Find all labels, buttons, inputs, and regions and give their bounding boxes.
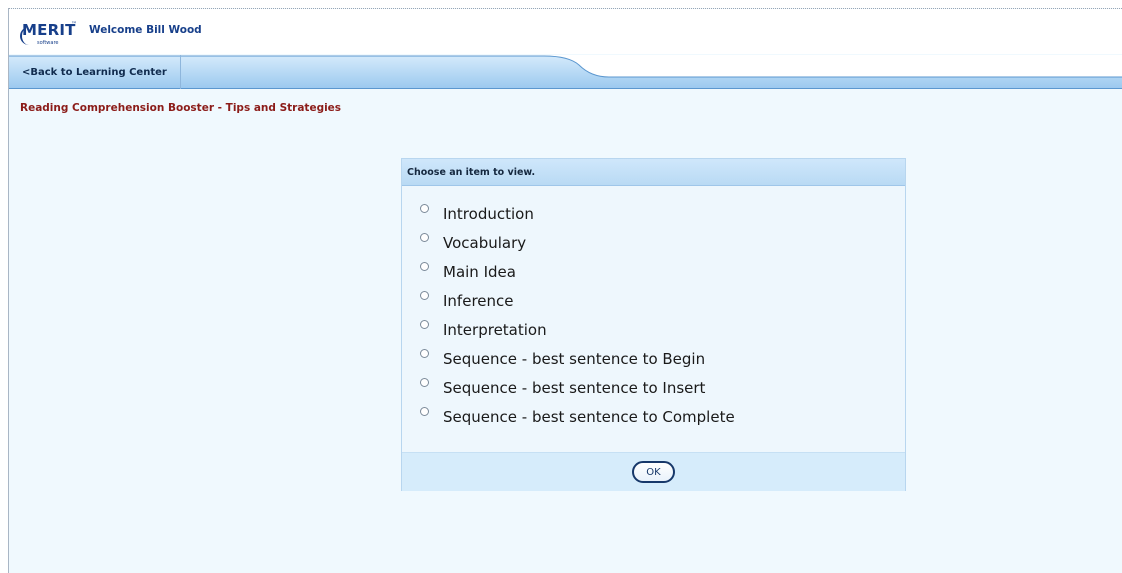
option-interpretation[interactable]: Interpretation xyxy=(420,315,735,344)
welcome-text: Welcome Bill Wood xyxy=(89,24,202,36)
dialog-footer: OK xyxy=(402,452,905,491)
option-label: Introduction xyxy=(443,204,534,223)
option-label: Sequence - best sentence to Insert xyxy=(443,378,706,397)
radio-button[interactable] xyxy=(420,349,429,358)
back-to-learning-center-button[interactable]: <Back to Learning Center xyxy=(9,55,181,89)
option-label: Interpretation xyxy=(443,320,547,339)
back-to-learning-center-label: <Back to Learning Center xyxy=(22,66,167,78)
logo-text: MERIT xyxy=(22,21,76,39)
option-label: Vocabulary xyxy=(443,233,527,252)
radio-button[interactable] xyxy=(420,320,429,329)
page-title: Reading Comprehension Booster - Tips and… xyxy=(20,102,342,114)
logo-trademark: ™ xyxy=(71,21,77,28)
option-sequence-complete[interactable]: Sequence - best sentence to Complete xyxy=(420,402,735,431)
option-label: Main Idea xyxy=(443,262,516,281)
radio-button[interactable] xyxy=(420,204,429,213)
option-label: Inference xyxy=(443,291,514,310)
merit-logo: MERIT ™ software xyxy=(20,21,77,47)
ok-button[interactable]: OK xyxy=(632,461,675,483)
option-introduction[interactable]: Introduction xyxy=(420,199,735,228)
radio-button[interactable] xyxy=(420,233,429,242)
radio-button[interactable] xyxy=(420,262,429,271)
nav-bar: <Back to Learning Center xyxy=(9,55,1122,89)
top-header: MERIT ™ software Welcome Bill Wood xyxy=(9,9,1122,54)
option-sequence-begin[interactable]: Sequence - best sentence to Begin xyxy=(420,344,735,373)
dialog-header: Choose an item to view. xyxy=(402,159,905,186)
ok-button-label: OK xyxy=(646,466,661,478)
option-label: Sequence - best sentence to Complete xyxy=(443,407,735,426)
option-inference[interactable]: Inference xyxy=(420,286,735,315)
choose-item-dialog: Choose an item to view. Introduction Voc… xyxy=(401,158,906,491)
option-label: Sequence - best sentence to Begin xyxy=(443,349,706,368)
logo-subtext: software xyxy=(37,40,59,46)
app-frame: MERIT ™ software Welcome Bill Wood <Back… xyxy=(8,8,1122,573)
options-list: Introduction Vocabulary Main Idea Infere… xyxy=(420,199,735,431)
radio-button[interactable] xyxy=(420,407,429,416)
option-vocabulary[interactable]: Vocabulary xyxy=(420,228,735,257)
option-sequence-insert[interactable]: Sequence - best sentence to Insert xyxy=(420,373,735,402)
dialog-header-text: Choose an item to view. xyxy=(407,166,536,178)
radio-button[interactable] xyxy=(420,291,429,300)
radio-button[interactable] xyxy=(420,378,429,387)
option-main-idea[interactable]: Main Idea xyxy=(420,257,735,286)
